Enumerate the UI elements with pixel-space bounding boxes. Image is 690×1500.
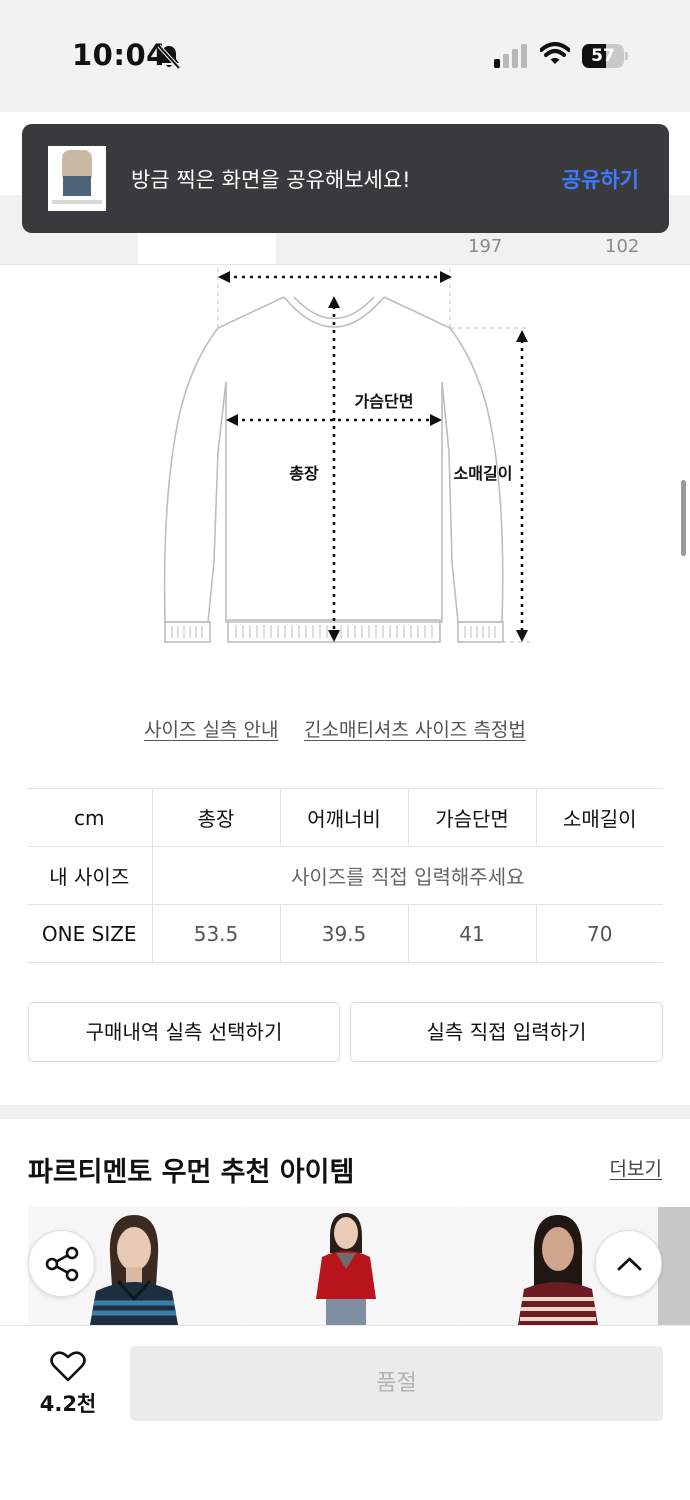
size-name: ONE SIZE xyxy=(27,904,152,963)
sweatshirt-measure-guide-link[interactable]: 긴소매티셔츠 사이즈 측정법 xyxy=(304,715,526,742)
table-header-row: cm 총장 어깨너비 가슴단면 소매길이 xyxy=(27,788,663,847)
cellular-signal-icon xyxy=(494,44,527,68)
table-cell: 53.5 xyxy=(151,904,280,963)
select-purchase-history-button[interactable]: 구매내역 실측 선택하기 xyxy=(28,1002,340,1062)
size-measure-guide-link[interactable]: 사이즈 실측 안내 xyxy=(144,715,278,742)
table-row: 내 사이즈 사이즈를 직접 입력해주세요 xyxy=(27,846,663,905)
table-cell: 39.5 xyxy=(279,904,408,963)
heart-icon[interactable] xyxy=(50,1350,86,1382)
share-fab-button[interactable] xyxy=(28,1230,95,1297)
scroll-to-top-button[interactable] xyxy=(595,1230,662,1297)
share-toast: 방금 찍은 화면을 공유해보세요! 공유하기 xyxy=(22,124,669,233)
size-diagram: 가슴단면 총장 소매길이 xyxy=(163,268,530,643)
wifi-icon xyxy=(540,42,570,64)
direct-input-button[interactable]: 실측 직접 입력하기 xyxy=(350,1002,663,1062)
my-size-input[interactable]: 사이즈를 직접 입력해주세요 xyxy=(151,846,663,905)
recommend-carousel xyxy=(28,1207,690,1325)
table-row: ONE SIZE 53.5 39.5 41 70 xyxy=(27,904,663,963)
table-header: 어깨너비 xyxy=(279,788,408,847)
share-button[interactable]: 공유하기 xyxy=(562,164,639,194)
table-cell: 41 xyxy=(407,904,536,963)
sleeve-label: 소매길이 xyxy=(454,464,513,483)
table-header: 소매길이 xyxy=(535,788,663,847)
chevron-up-icon xyxy=(617,1257,642,1271)
length-label: 총장 xyxy=(289,464,319,483)
table-header: 가슴단면 xyxy=(407,788,536,847)
status-time: 10:04 xyxy=(72,38,167,72)
tab-count: 102 xyxy=(605,236,640,257)
toast-message: 방금 찍은 화면을 공유해보세요! xyxy=(131,168,411,192)
soldout-button[interactable]: 품절 xyxy=(130,1346,663,1421)
table-header: 총장 xyxy=(151,788,280,847)
product-card[interactable] xyxy=(244,1207,454,1325)
table-cell: 70 xyxy=(535,904,663,963)
tab-count: 197 xyxy=(468,236,503,257)
screenshot-thumbnail[interactable] xyxy=(48,146,106,211)
product-image xyxy=(244,1207,454,1325)
battery-icon: 57 xyxy=(582,44,628,68)
more-link[interactable]: 더보기 xyxy=(610,1154,662,1181)
like-count: 4.2천 xyxy=(39,1392,97,1416)
my-size-label: 내 사이즈 xyxy=(27,846,152,905)
recommend-title: 파르티멘토 우먼 추천 아이템 xyxy=(28,1157,355,1188)
bell-off-icon xyxy=(157,44,181,70)
table-header: cm xyxy=(27,788,152,847)
status-bar: 10:04 57 xyxy=(0,0,690,112)
size-table: cm 총장 어깨너비 가슴단면 소매길이 내 사이즈 사이즈를 직접 입력해주세… xyxy=(27,788,663,963)
chest-label: 가슴단면 xyxy=(355,392,414,411)
battery-level: 57 xyxy=(591,46,615,66)
section-divider xyxy=(0,1105,690,1119)
share-icon xyxy=(45,1246,79,1282)
page-scrollbar[interactable] xyxy=(681,480,686,556)
